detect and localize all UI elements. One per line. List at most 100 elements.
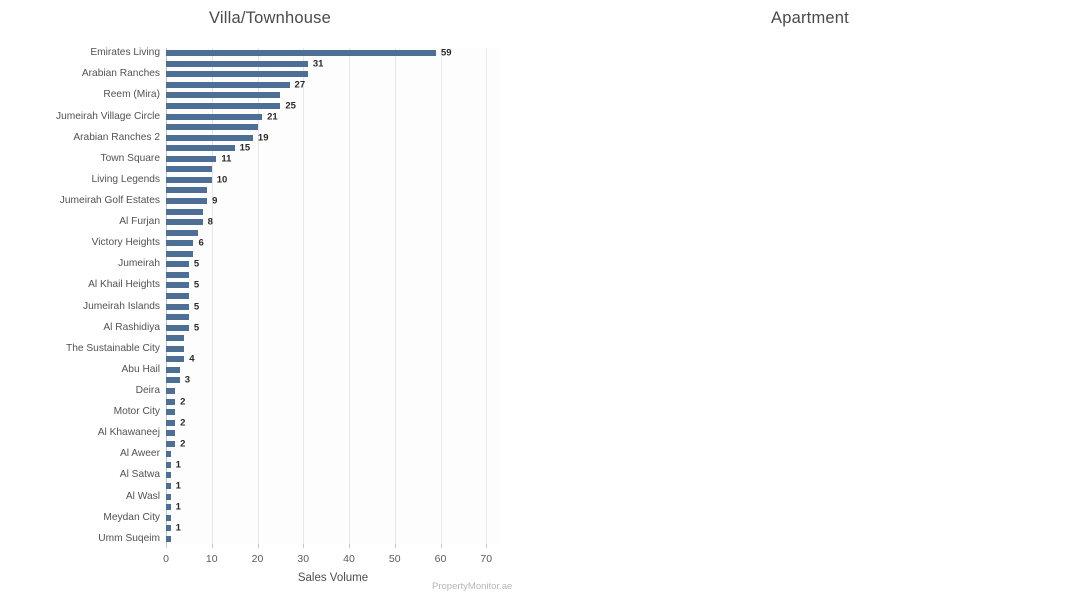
bar-row[interactable]: 1 — [166, 480, 500, 491]
bar-row[interactable]: 3 — [166, 375, 500, 386]
bar[interactable] — [166, 261, 189, 268]
bar-row[interactable] — [166, 535, 500, 542]
bar-row[interactable]: 1 — [166, 502, 500, 513]
bar[interactable] — [166, 134, 253, 141]
bar[interactable] — [166, 124, 258, 131]
bar-row[interactable] — [166, 451, 500, 458]
bar[interactable] — [166, 377, 180, 384]
bar[interactable] — [166, 324, 189, 331]
bar-row[interactable]: 1 — [166, 523, 500, 534]
bar[interactable] — [166, 92, 281, 99]
bar[interactable] — [166, 440, 176, 447]
bar-row[interactable]: 6 — [166, 238, 500, 249]
category-label: Victory Heights — [91, 237, 160, 249]
bar-row[interactable] — [166, 409, 500, 416]
bar[interactable] — [166, 535, 171, 542]
bar-row[interactable]: 4 — [166, 354, 500, 365]
bar[interactable] — [166, 314, 189, 321]
bar-row[interactable] — [166, 71, 500, 78]
bar-value-label: 19 — [257, 132, 269, 144]
bar-row[interactable] — [166, 92, 500, 99]
bar[interactable] — [166, 387, 176, 394]
bar-row[interactable]: 1 — [166, 459, 500, 470]
bar-row[interactable]: 15 — [166, 143, 500, 154]
bar[interactable] — [166, 60, 308, 67]
bar-row[interactable]: 31 — [166, 58, 500, 69]
bar-row[interactable] — [166, 229, 500, 236]
bar-row[interactable]: 21 — [166, 111, 500, 122]
bar[interactable] — [166, 461, 171, 468]
bar[interactable] — [166, 271, 189, 278]
bar[interactable] — [166, 219, 203, 226]
bar[interactable] — [166, 482, 171, 489]
bar[interactable] — [166, 250, 194, 257]
bar[interactable] — [166, 50, 436, 57]
bar-row[interactable]: 10 — [166, 174, 500, 185]
bar[interactable] — [166, 472, 171, 479]
bar-row[interactable]: 25 — [166, 101, 500, 112]
x-tick-mark — [211, 544, 213, 548]
bar-row[interactable]: 8 — [166, 217, 500, 228]
bar-row[interactable]: 2 — [166, 396, 500, 407]
bar[interactable] — [166, 303, 189, 310]
bar[interactable] — [166, 293, 189, 299]
bar-row[interactable] — [166, 250, 500, 257]
bar-row[interactable] — [166, 366, 500, 373]
bar-row[interactable] — [166, 514, 500, 521]
bar-row[interactable]: 5 — [166, 259, 500, 270]
bar-row[interactable] — [166, 187, 500, 194]
bar[interactable] — [166, 356, 185, 363]
bar[interactable] — [166, 103, 281, 110]
bar-row[interactable]: 59 — [166, 48, 500, 59]
bar-row[interactable] — [166, 271, 500, 278]
bar[interactable] — [166, 155, 217, 162]
bar[interactable] — [166, 229, 199, 236]
bar-row[interactable] — [166, 387, 500, 394]
bar[interactable] — [166, 398, 176, 405]
bar-row[interactable]: 27 — [166, 79, 500, 91]
bar-row[interactable] — [166, 345, 500, 352]
bar[interactable] — [166, 176, 212, 183]
bar-row[interactable] — [166, 430, 500, 437]
bar-row[interactable] — [166, 472, 500, 479]
category-axis-apartment: Dubai MarinaInternational CityDowntown B… — [1065, 48, 1080, 544]
bar[interactable] — [166, 419, 176, 426]
bar-row[interactable] — [166, 293, 500, 299]
bar[interactable] — [166, 409, 176, 416]
bar-row[interactable] — [166, 493, 500, 500]
bar-row[interactable] — [166, 335, 500, 342]
bar-row[interactable]: 19 — [166, 132, 500, 144]
bar-row[interactable] — [166, 314, 500, 321]
bar[interactable] — [166, 335, 185, 342]
bar[interactable] — [166, 282, 189, 289]
bar[interactable] — [166, 514, 171, 521]
bar[interactable] — [166, 198, 208, 205]
bar-row[interactable]: 5 — [166, 322, 500, 333]
bar-value-label: 27 — [294, 79, 306, 91]
bar[interactable] — [166, 145, 235, 152]
bar[interactable] — [166, 504, 171, 511]
bar-row[interactable]: 9 — [166, 196, 500, 207]
bar-row[interactable] — [166, 208, 500, 215]
bar-row[interactable]: 2 — [166, 438, 500, 449]
bar[interactable] — [166, 81, 290, 88]
bar[interactable] — [166, 71, 308, 78]
category-label: Arabian Ranches — [81, 68, 160, 80]
bar-row[interactable] — [166, 166, 500, 173]
bar[interactable] — [166, 525, 171, 532]
bar[interactable] — [166, 166, 212, 173]
bar[interactable] — [166, 240, 194, 247]
bar[interactable] — [166, 113, 263, 120]
bar[interactable] — [166, 345, 185, 352]
bar[interactable] — [166, 366, 180, 373]
bar-row[interactable] — [166, 124, 500, 131]
bar[interactable] — [166, 430, 176, 437]
bar-row[interactable]: 2 — [166, 417, 500, 428]
bar[interactable] — [166, 208, 203, 215]
bar-row[interactable]: 5 — [166, 280, 500, 291]
bar[interactable] — [166, 451, 171, 458]
bar[interactable] — [166, 187, 208, 194]
bar[interactable] — [166, 493, 171, 500]
bar-row[interactable]: 5 — [166, 301, 500, 312]
bar-row[interactable]: 11 — [166, 153, 500, 164]
